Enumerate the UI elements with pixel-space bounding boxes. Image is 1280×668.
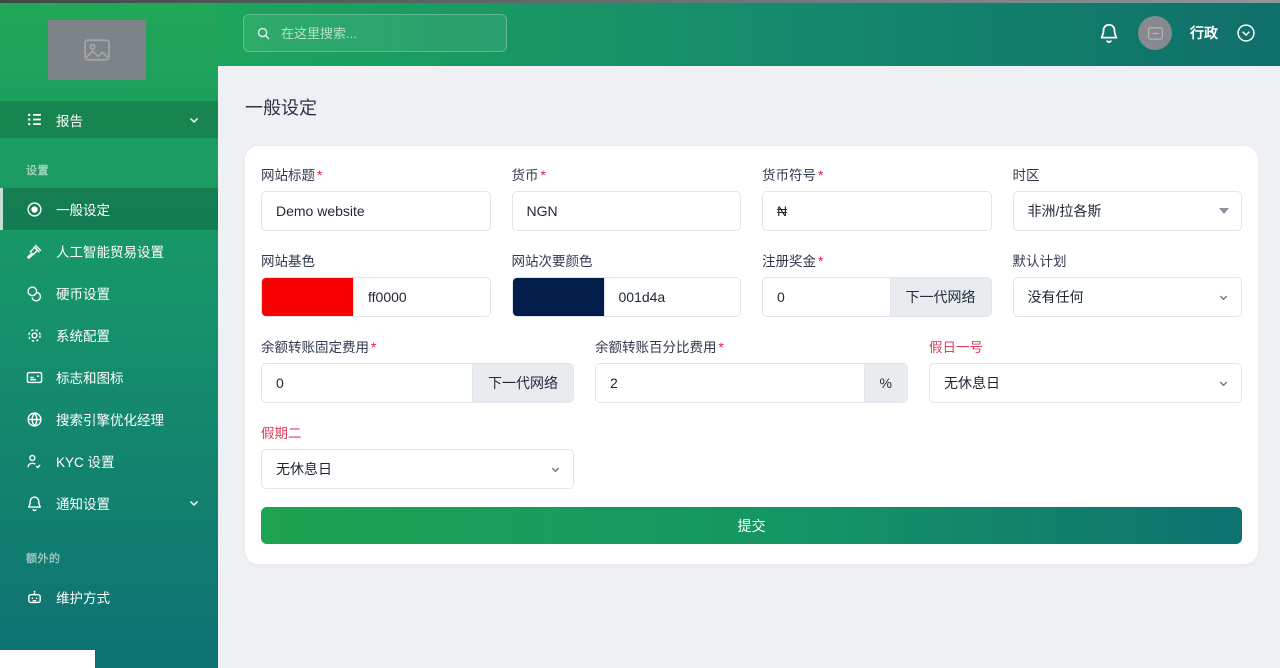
- chevron-down-icon: [188, 497, 200, 509]
- sidebar-item-general-settings[interactable]: 一般设定: [0, 188, 218, 230]
- chevron-down-icon: [1218, 292, 1229, 303]
- bullseye-icon: [26, 201, 43, 218]
- gavel-icon: [26, 243, 43, 260]
- default-plan-label: 默认计划: [1013, 250, 1243, 270]
- image-card-icon: [26, 369, 43, 386]
- currency-label: 货币*: [512, 164, 742, 184]
- sidebar-section-settings: 设置: [0, 148, 218, 188]
- currency-symbol-input[interactable]: [763, 192, 991, 230]
- user-check-icon: [26, 453, 43, 470]
- sidebar-item-maintenance-mode[interactable]: 维护方式: [0, 576, 218, 618]
- base-color-swatch[interactable]: [262, 278, 354, 316]
- select-caret-icon: [1219, 208, 1229, 214]
- required-asterisk: *: [719, 340, 724, 355]
- registration-bonus-addon: 下一代网络: [890, 278, 991, 316]
- top-edge-strip: [0, 0, 1280, 3]
- sidebar-item-label: 一般设定: [56, 199, 218, 219]
- required-asterisk: *: [818, 168, 823, 183]
- sidebar-item-label: 维护方式: [56, 587, 218, 607]
- sidebar-item-label: 人工智能贸易设置: [56, 241, 218, 261]
- sidebar-item-label: 通知设置: [56, 493, 188, 513]
- globe-icon: [26, 411, 43, 428]
- fixed-transfer-charge-label: 余额转账固定费用*: [261, 336, 574, 356]
- avatar[interactable]: [1138, 16, 1172, 50]
- chevron-down-circle-icon[interactable]: [1236, 23, 1256, 43]
- general-settings-card: 网站标题* 货币* 货币符号* 时区 非洲/拉各斯: [245, 146, 1258, 564]
- required-asterisk: *: [317, 168, 322, 183]
- holiday-one-label: 假日一号: [929, 336, 1242, 356]
- sidebar-item-label: 硬币设置: [56, 283, 218, 303]
- logo-placeholder-icon: [84, 39, 110, 61]
- required-asterisk: *: [818, 254, 823, 269]
- sidebar-item-label: 标志和图标: [56, 367, 218, 387]
- sidebar-section-extra: 额外的: [0, 524, 218, 576]
- holiday-one-selected-value: 无休息日: [944, 373, 1218, 393]
- site-title-label: 网站标题*: [261, 164, 491, 184]
- chevron-down-icon: [188, 114, 200, 126]
- user-name[interactable]: 行政: [1190, 23, 1218, 43]
- list-icon: [26, 111, 43, 128]
- sidebar-item-label: 系统配置: [56, 325, 218, 345]
- site-title-input[interactable]: [262, 192, 490, 230]
- chevron-down-icon: [1218, 378, 1229, 389]
- sidebar-item-label: 搜索引擎优化经理: [56, 409, 218, 429]
- percent-transfer-charge-addon: %: [864, 364, 907, 402]
- registration-bonus-input[interactable]: [763, 278, 890, 316]
- bell-icon: [26, 495, 43, 512]
- currency-input[interactable]: [513, 192, 741, 230]
- required-asterisk: *: [371, 340, 376, 355]
- secondary-color-swatch[interactable]: [513, 278, 605, 316]
- required-asterisk: *: [541, 168, 546, 183]
- submit-button[interactable]: 提交: [261, 507, 1242, 544]
- sidebar-item-seo-manager[interactable]: 搜索引擎优化经理: [0, 398, 218, 440]
- fixed-transfer-charge-input[interactable]: [262, 364, 472, 402]
- notifications-bell-icon[interactable]: [1098, 22, 1120, 44]
- search-input[interactable]: [281, 26, 494, 41]
- bottom-left-overlay: [0, 650, 95, 668]
- topbar: 行政: [218, 0, 1280, 66]
- sidebar-item-coin-settings[interactable]: 硬币设置: [0, 272, 218, 314]
- holiday-one-select[interactable]: 无休息日: [929, 363, 1242, 403]
- coins-icon: [26, 285, 43, 302]
- logo[interactable]: [48, 20, 146, 80]
- sidebar-item-report[interactable]: 报告: [0, 101, 218, 138]
- sidebar-item-logo-icons[interactable]: 标志和图标: [0, 356, 218, 398]
- default-plan-select[interactable]: 没有任何: [1013, 277, 1243, 317]
- secondary-color-input[interactable]: [605, 278, 741, 316]
- holiday-two-label: 假期二: [261, 422, 574, 442]
- sidebar-item-system-configuration[interactable]: 系统配置: [0, 314, 218, 356]
- base-color-label: 网站基色: [261, 250, 491, 270]
- chevron-down-icon: [550, 464, 561, 475]
- avatar-image-icon: [1148, 27, 1163, 40]
- timezone-label: 时区: [1013, 164, 1243, 184]
- sidebar-item-notification-settings[interactable]: 通知设置: [0, 482, 218, 524]
- page-title: 一般设定: [245, 94, 1255, 120]
- secondary-color-label: 网站次要颜色: [512, 250, 742, 270]
- holiday-two-selected-value: 无休息日: [276, 459, 550, 479]
- base-color-input[interactable]: [354, 278, 490, 316]
- timezone-selected-value: 非洲/拉各斯: [1028, 201, 1220, 221]
- search-box[interactable]: [243, 14, 507, 52]
- timezone-select[interactable]: 非洲/拉各斯: [1013, 191, 1243, 231]
- sidebar-item-kyc-settings[interactable]: KYC 设置: [0, 440, 218, 482]
- general-settings-form: 网站标题* 货币* 货币符号* 时区 非洲/拉各斯: [261, 164, 1242, 544]
- currency-symbol-label: 货币符号*: [762, 164, 992, 184]
- gear-icon: [26, 327, 43, 344]
- sidebar-item-ai-trade-settings[interactable]: 人工智能贸易设置: [0, 230, 218, 272]
- registration-bonus-label: 注册奖金*: [762, 250, 992, 270]
- holiday-two-select[interactable]: 无休息日: [261, 449, 574, 489]
- percent-transfer-charge-input[interactable]: [596, 364, 864, 402]
- percent-transfer-charge-label: 余额转账百分比费用*: [595, 336, 908, 356]
- sidebar-item-label: KYC 设置: [56, 451, 218, 471]
- sidebar: 报告 设置 一般设定 人工智能贸易设置 硬币设置: [0, 0, 218, 668]
- search-icon: [256, 26, 271, 41]
- sidebar-item-label: 报告: [56, 110, 188, 130]
- main-content: 一般设定 网站标题* 货币* 货币符号* 时区 非洲/拉各斯: [218, 66, 1280, 668]
- robot-icon: [26, 589, 43, 606]
- default-plan-selected-value: 没有任何: [1028, 287, 1219, 307]
- fixed-transfer-charge-addon: 下一代网络: [472, 364, 573, 402]
